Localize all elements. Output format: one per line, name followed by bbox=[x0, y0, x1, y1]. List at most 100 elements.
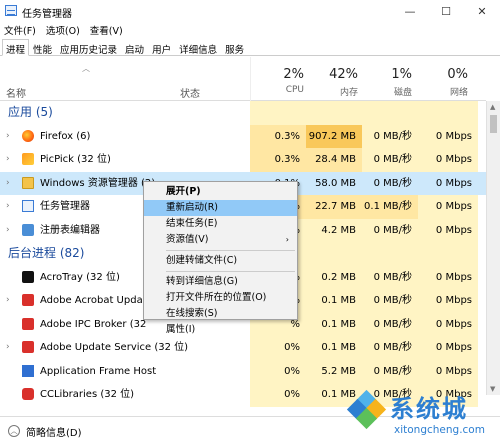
menu-item-end-task[interactable]: 结束任务(E) bbox=[144, 216, 297, 232]
table-row-frame-host[interactable]: Application Frame Host 0% 5.2 MB 0 MB/秒 … bbox=[0, 359, 486, 383]
process-name: 注册表编辑器 bbox=[40, 224, 100, 236]
group-title: 后台进程 (82) bbox=[8, 246, 85, 260]
memory-value: 0.1 MB bbox=[306, 289, 362, 313]
menu-item-search-online[interactable]: 在线搜索(S) bbox=[144, 306, 297, 322]
cpu-label: CPU bbox=[285, 85, 304, 95]
app-frame-icon bbox=[22, 364, 34, 377]
memory-value: 4.2 MB bbox=[306, 218, 362, 242]
less-details-link[interactable]: 简略信息(D) bbox=[26, 424, 82, 439]
chevron-up-icon[interactable]: ︿ bbox=[8, 425, 20, 437]
table-row-firefox[interactable]: › Firefox (6) 0.3% 907.2 MB 0 MB/秒 0 Mbp… bbox=[0, 124, 486, 149]
menu-item-create-dump[interactable]: 创建转储文件(C) bbox=[144, 253, 297, 269]
chevron-right-icon[interactable]: › bbox=[6, 195, 10, 219]
folder-icon bbox=[22, 176, 34, 189]
network-value: 0 Mbps bbox=[435, 177, 472, 189]
firefox-icon bbox=[22, 129, 34, 142]
cpu-total: 2% bbox=[283, 67, 304, 82]
process-name: Application Frame Host bbox=[40, 365, 157, 377]
process-name: Adobe Acrobat Update bbox=[40, 295, 153, 306]
network-value: 0 Mbps bbox=[418, 312, 478, 336]
chevron-right-icon[interactable]: › bbox=[6, 148, 10, 172]
cpu-value: 0% bbox=[250, 383, 306, 407]
chevron-right-icon[interactable]: › bbox=[6, 172, 10, 196]
disk-value: 0 MB/秒 bbox=[373, 177, 412, 189]
tab-startup[interactable]: 启动 bbox=[121, 39, 148, 56]
chevron-right-icon[interactable]: › bbox=[6, 219, 10, 243]
tab-details[interactable]: 详细信息 bbox=[175, 39, 221, 56]
scroll-up-icon[interactable]: ▲ bbox=[490, 103, 495, 111]
disk-value: 0 MB/秒 bbox=[362, 359, 418, 383]
menu-item-properties[interactable]: 属性(I) bbox=[144, 322, 297, 338]
minimize-button[interactable]: — bbox=[392, 0, 428, 22]
cell-fill bbox=[306, 242, 362, 266]
menu-file[interactable]: 文件(F) bbox=[4, 23, 36, 37]
tab-users[interactable]: 用户 bbox=[148, 39, 175, 56]
adobe-icon bbox=[22, 317, 34, 330]
process-name: Windows 资源管理器 (2) bbox=[40, 177, 156, 189]
network-value: 0 Mbps bbox=[418, 148, 478, 172]
window-controls: — ☐ ✕ bbox=[392, 0, 500, 22]
chevron-right-icon[interactable]: › bbox=[6, 336, 10, 360]
column-network[interactable]: 0% 网络 bbox=[410, 67, 468, 98]
menu-bar: 文件(F) 选项(O) 查看(V) bbox=[0, 22, 500, 38]
column-disk[interactable]: 1% 磁盘 bbox=[354, 67, 412, 98]
column-memory[interactable]: 42% 内存 bbox=[300, 67, 358, 98]
memory-value: 907.2 MB bbox=[306, 124, 362, 148]
process-name: CCLibraries (32 位) bbox=[40, 389, 135, 400]
menu-item-goto-details[interactable]: 转到详细信息(G) bbox=[144, 274, 297, 290]
adobe-icon bbox=[22, 294, 34, 306]
tab-strip: 进程 性能 应用历史记录 启动 用户 详细信息 服务 bbox=[0, 39, 500, 56]
menu-item-resource-values[interactable]: 资源值(V) › bbox=[144, 232, 297, 248]
watermark: 系统城 xitongcheng.com bbox=[346, 388, 500, 445]
column-cpu[interactable]: 2% CPU bbox=[246, 67, 304, 95]
column-header: ︿ 名称 状态 2% CPU 42% 内存 1% 磁盘 0% 网络 bbox=[0, 57, 486, 101]
close-button[interactable]: ✕ bbox=[464, 0, 500, 22]
column-status[interactable]: 状态 bbox=[180, 85, 200, 100]
memory-value: 0.1 MB bbox=[306, 312, 362, 336]
tab-performance[interactable]: 性能 bbox=[29, 39, 56, 56]
table-row-adobe-update[interactable]: › Adobe Update Service (32 位) 0% 0.1 MB … bbox=[0, 336, 486, 360]
window-title: 任务管理器 bbox=[22, 9, 72, 20]
adobe-icon bbox=[22, 341, 34, 353]
watermark-brand: 系统城 bbox=[390, 395, 468, 423]
network-value: 0 Mbps bbox=[418, 336, 478, 360]
cpu-value: 0% bbox=[250, 359, 306, 383]
memory-value: 0.2 MB bbox=[306, 265, 362, 289]
tab-processes[interactable]: 进程 bbox=[2, 39, 30, 56]
memory-value: 0.1 MB bbox=[306, 336, 362, 360]
group-header-apps[interactable]: 应用 (5) bbox=[0, 101, 486, 125]
tab-services[interactable]: 服务 bbox=[221, 39, 248, 56]
memory-value: 22.7 MB bbox=[306, 195, 362, 219]
chevron-right-icon[interactable]: › bbox=[6, 289, 10, 313]
network-value: 0 Mbps bbox=[418, 218, 478, 242]
vertical-scrollbar[interactable]: ▲ ▼ bbox=[486, 101, 500, 395]
network-value: 0 Mbps bbox=[418, 289, 478, 313]
process-name: Adobe IPC Broker (32 bbox=[40, 318, 147, 330]
menu-item-open-location[interactable]: 打开文件所在的位置(O) bbox=[144, 290, 297, 306]
menu-options[interactable]: 选项(O) bbox=[46, 23, 80, 37]
context-menu: 展开(P) 重新启动(R) 结束任务(E) 资源值(V) › 创建转储文件(C)… bbox=[143, 181, 298, 335]
scroll-thumb[interactable] bbox=[490, 115, 497, 133]
maximize-button[interactable]: ☐ bbox=[428, 0, 464, 22]
chevron-right-icon[interactable]: › bbox=[6, 125, 10, 149]
brand-logo-icon bbox=[346, 389, 387, 430]
menu-view[interactable]: 查看(V) bbox=[90, 23, 123, 37]
network-value: 0 Mbps bbox=[418, 124, 478, 148]
sort-up-icon: ︿ bbox=[82, 64, 90, 73]
cell-fill bbox=[418, 101, 478, 125]
cell-fill bbox=[362, 101, 418, 125]
process-name: Firefox (6) bbox=[40, 130, 91, 142]
memory-value: 58.0 MB bbox=[315, 177, 356, 189]
memory-value: 5.2 MB bbox=[306, 359, 362, 383]
network-total: 0% bbox=[447, 67, 468, 82]
menu-item-restart[interactable]: 重新启动(R) bbox=[144, 200, 297, 216]
cell-fill bbox=[418, 242, 478, 266]
tab-app-history[interactable]: 应用历史记录 bbox=[56, 39, 121, 56]
cell-fill bbox=[306, 101, 362, 125]
table-row-picpick[interactable]: › PicPick (32 位) 0.3% 28.4 MB 0 MB/秒 0 M… bbox=[0, 148, 486, 172]
disk-value: 0 MB/秒 bbox=[362, 312, 418, 336]
memory-total: 42% bbox=[329, 67, 358, 82]
column-name[interactable]: 名称 bbox=[6, 85, 26, 100]
disk-value: 0 MB/秒 bbox=[362, 336, 418, 360]
menu-item-expand[interactable]: 展开(P) bbox=[144, 184, 297, 200]
